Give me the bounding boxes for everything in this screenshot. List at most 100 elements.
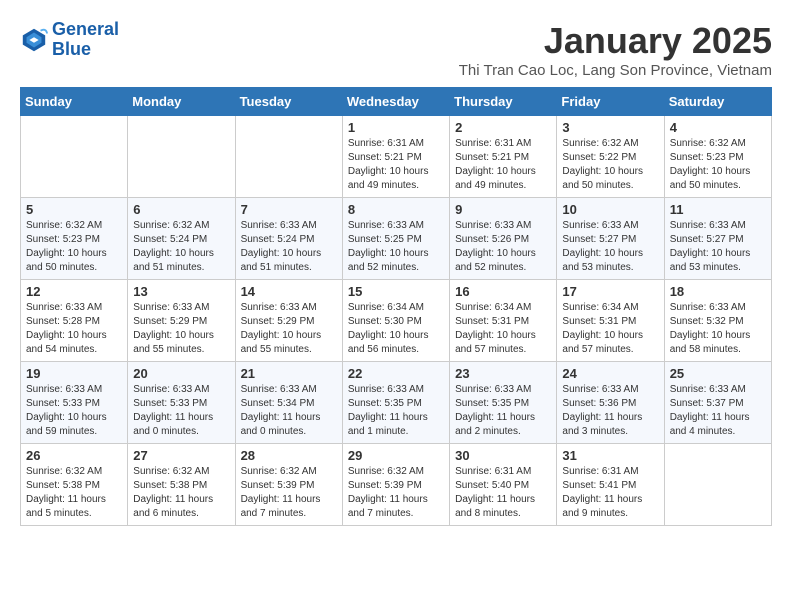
day-number: 10 (562, 202, 658, 217)
calendar-cell: 29 Sunrise: 6:32 AMSunset: 5:39 PMDayligh… (342, 444, 449, 526)
day-number: 23 (455, 366, 551, 381)
calendar-cell: 9 Sunrise: 6:33 AMSunset: 5:26 PMDaylight… (450, 198, 557, 280)
day-number: 8 (348, 202, 444, 217)
day-info: Sunrise: 6:32 AMSunset: 5:39 PMDaylight:… (348, 465, 444, 521)
calendar-week-row: 19 Sunrise: 6:33 AMSunset: 5:33 PMDayligh… (21, 362, 772, 444)
day-info: Sunrise: 6:33 AMSunset: 5:35 PMDaylight:… (348, 383, 444, 439)
day-number: 15 (348, 284, 444, 299)
logo-text: General Blue (52, 20, 119, 60)
logo-icon (20, 26, 48, 54)
calendar-cell: 6Sunrise: 6:32 AMSunset: 5:24 PMDaylight… (128, 198, 235, 280)
calendar-cell: 8 Sunrise: 6:33 AMSunset: 5:25 PMDaylight… (342, 198, 449, 280)
location-subtitle: Thi Tran Cao Loc, Lang Son Province, Vie… (459, 62, 772, 79)
calendar-week-row: 5Sunrise: 6:32 AMSunset: 5:23 PMDaylight… (21, 198, 772, 280)
day-info: Sunrise: 6:33 AMSunset: 5:33 PMDaylight:… (133, 383, 229, 439)
day-info: Sunrise: 6:33 AMSunset: 5:24 PMDaylight:… (241, 219, 337, 275)
day-info: Sunrise: 6:33 AMSunset: 5:36 PMDaylight:… (562, 383, 658, 439)
day-info: Sunrise: 6:31 AMSunset: 5:21 PMDaylight:… (348, 137, 444, 193)
day-info: Sunrise: 6:34 AMSunset: 5:30 PMDaylight:… (348, 301, 444, 357)
day-info: Sunrise: 6:33 AMSunset: 5:29 PMDaylight:… (241, 301, 337, 357)
day-number: 29 (348, 448, 444, 463)
day-number: 18 (670, 284, 766, 299)
day-number: 2 (455, 120, 551, 135)
calendar-cell (21, 116, 128, 198)
calendar-cell: 25Sunrise: 6:33 AMSunset: 5:37 PMDayligh… (664, 362, 771, 444)
calendar-week-row: 1 Sunrise: 6:31 AMSunset: 5:21 PMDaylight… (21, 116, 772, 198)
calendar-cell: 21 Sunrise: 6:33 AMSunset: 5:34 PMDayligh… (235, 362, 342, 444)
calendar-cell: 4Sunrise: 6:32 AMSunset: 5:23 PMDaylight… (664, 116, 771, 198)
weekday-header-friday: Friday (557, 88, 664, 116)
calendar-table: SundayMondayTuesdayWednesdayThursdayFrid… (20, 87, 772, 526)
calendar-cell: 24 Sunrise: 6:33 AMSunset: 5:36 PMDayligh… (557, 362, 664, 444)
day-info: Sunrise: 6:33 AMSunset: 5:34 PMDaylight:… (241, 383, 337, 439)
calendar-cell: 3 Sunrise: 6:32 AMSunset: 5:22 PMDaylight… (557, 116, 664, 198)
day-number: 24 (562, 366, 658, 381)
calendar-cell: 2Sunrise: 6:31 AMSunset: 5:21 PMDaylight… (450, 116, 557, 198)
day-info: Sunrise: 6:32 AMSunset: 5:39 PMDaylight:… (241, 465, 337, 521)
day-number: 21 (241, 366, 337, 381)
calendar-cell: 14 Sunrise: 6:33 AMSunset: 5:29 PMDayligh… (235, 280, 342, 362)
day-info: Sunrise: 6:32 AMSunset: 5:38 PMDaylight:… (133, 465, 229, 521)
calendar-cell: 17Sunrise: 6:34 AMSunset: 5:31 PMDayligh… (557, 280, 664, 362)
day-info: Sunrise: 6:33 AMSunset: 5:26 PMDaylight:… (455, 219, 551, 275)
calendar-cell: 5Sunrise: 6:32 AMSunset: 5:23 PMDaylight… (21, 198, 128, 280)
calendar-cell: 1 Sunrise: 6:31 AMSunset: 5:21 PMDaylight… (342, 116, 449, 198)
calendar-cell: 26 Sunrise: 6:32 AMSunset: 5:38 PMDayligh… (21, 444, 128, 526)
calendar-week-row: 12Sunrise: 6:33 AMSunset: 5:28 PMDayligh… (21, 280, 772, 362)
day-number: 17 (562, 284, 658, 299)
calendar-cell: 31Sunrise: 6:31 AMSunset: 5:41 PMDayligh… (557, 444, 664, 526)
weekday-header-sunday: Sunday (21, 88, 128, 116)
day-info: Sunrise: 6:33 AMSunset: 5:35 PMDaylight:… (455, 383, 551, 439)
calendar-cell: 30Sunrise: 6:31 AMSunset: 5:40 PMDayligh… (450, 444, 557, 526)
calendar-cell: 10 Sunrise: 6:33 AMSunset: 5:27 PMDayligh… (557, 198, 664, 280)
calendar-cell (664, 444, 771, 526)
day-info: Sunrise: 6:32 AMSunset: 5:22 PMDaylight:… (562, 137, 658, 193)
calendar-cell: 18Sunrise: 6:33 AMSunset: 5:32 PMDayligh… (664, 280, 771, 362)
day-number: 4 (670, 120, 766, 135)
weekday-header-monday: Monday (128, 88, 235, 116)
day-info: Sunrise: 6:32 AMSunset: 5:24 PMDaylight:… (133, 219, 229, 275)
calendar-cell: 23 Sunrise: 6:33 AMSunset: 5:35 PMDayligh… (450, 362, 557, 444)
day-number: 28 (241, 448, 337, 463)
day-info: Sunrise: 6:34 AMSunset: 5:31 PMDaylight:… (455, 301, 551, 357)
day-number: 14 (241, 284, 337, 299)
day-number: 1 (348, 120, 444, 135)
day-number: 27 (133, 448, 229, 463)
calendar-cell: 12Sunrise: 6:33 AMSunset: 5:28 PMDayligh… (21, 280, 128, 362)
title-section: January 2025 Thi Tran Cao Loc, Lang Son … (459, 20, 772, 79)
calendar-cell: 13 Sunrise: 6:33 AMSunset: 5:29 PMDayligh… (128, 280, 235, 362)
weekday-header-saturday: Saturday (664, 88, 771, 116)
logo: General Blue (20, 20, 119, 60)
calendar-cell: 16 Sunrise: 6:34 AMSunset: 5:31 PMDayligh… (450, 280, 557, 362)
day-number: 5 (26, 202, 122, 217)
calendar-cell (235, 116, 342, 198)
day-number: 19 (26, 366, 122, 381)
calendar-cell (128, 116, 235, 198)
weekday-header-wednesday: Wednesday (342, 88, 449, 116)
calendar-week-row: 26 Sunrise: 6:32 AMSunset: 5:38 PMDayligh… (21, 444, 772, 526)
day-info: Sunrise: 6:33 AMSunset: 5:28 PMDaylight:… (26, 301, 122, 357)
day-number: 20 (133, 366, 229, 381)
day-info: Sunrise: 6:33 AMSunset: 5:29 PMDaylight:… (133, 301, 229, 357)
weekday-header-row: SundayMondayTuesdayWednesdayThursdayFrid… (21, 88, 772, 116)
weekday-header-tuesday: Tuesday (235, 88, 342, 116)
calendar-cell: 19Sunrise: 6:33 AMSunset: 5:33 PMDayligh… (21, 362, 128, 444)
day-info: Sunrise: 6:33 AMSunset: 5:37 PMDaylight:… (670, 383, 766, 439)
calendar-cell: 28 Sunrise: 6:32 AMSunset: 5:39 PMDayligh… (235, 444, 342, 526)
day-number: 31 (562, 448, 658, 463)
day-info: Sunrise: 6:32 AMSunset: 5:38 PMDaylight:… (26, 465, 122, 521)
calendar-cell: 11 Sunrise: 6:33 AMSunset: 5:27 PMDayligh… (664, 198, 771, 280)
day-number: 22 (348, 366, 444, 381)
day-number: 30 (455, 448, 551, 463)
day-number: 13 (133, 284, 229, 299)
day-number: 26 (26, 448, 122, 463)
day-number: 9 (455, 202, 551, 217)
calendar-cell: 7Sunrise: 6:33 AMSunset: 5:24 PMDaylight… (235, 198, 342, 280)
day-info: Sunrise: 6:33 AMSunset: 5:27 PMDaylight:… (562, 219, 658, 275)
day-number: 11 (670, 202, 766, 217)
day-info: Sunrise: 6:33 AMSunset: 5:27 PMDaylight:… (670, 219, 766, 275)
day-number: 3 (562, 120, 658, 135)
day-info: Sunrise: 6:33 AMSunset: 5:25 PMDaylight:… (348, 219, 444, 275)
calendar-cell: 27 Sunrise: 6:32 AMSunset: 5:38 PMDayligh… (128, 444, 235, 526)
day-number: 16 (455, 284, 551, 299)
